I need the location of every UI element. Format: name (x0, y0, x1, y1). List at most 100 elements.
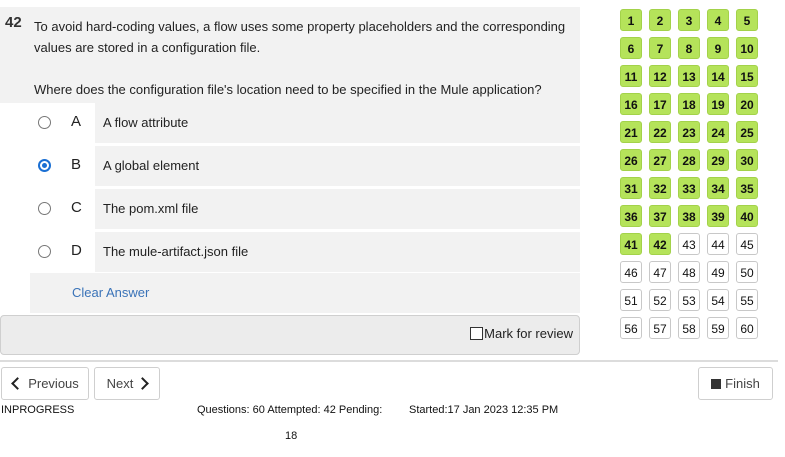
question-nav-60[interactable]: 60 (736, 317, 758, 339)
clear-answer-link[interactable]: Clear Answer (72, 285, 149, 300)
question-text-line: To avoid hard-coding values, a flow uses… (34, 19, 566, 34)
chevron-right-icon (136, 377, 150, 390)
next-button[interactable]: Next (94, 367, 160, 400)
question-nav-52[interactable]: 52 (649, 289, 671, 311)
review-bar: Mark for review (0, 315, 580, 355)
option-letter: C (71, 199, 82, 216)
question-nav-25[interactable]: 25 (736, 121, 758, 143)
question-header: 42 To avoid hard-coding values, a flow u… (0, 7, 580, 103)
question-nav-44[interactable]: 44 (707, 233, 729, 255)
question-nav-13[interactable]: 13 (678, 65, 700, 87)
question-nav-5[interactable]: 5 (736, 9, 758, 31)
question-nav-15[interactable]: 15 (736, 65, 758, 87)
finish-label: Finish (725, 376, 760, 391)
option-b[interactable]: B A global element (0, 146, 580, 186)
mark-for-review-label: Mark for review (484, 326, 573, 341)
question-nav-9[interactable]: 9 (707, 37, 729, 59)
question-nav-16[interactable]: 16 (620, 93, 642, 115)
question-nav-2[interactable]: 2 (649, 9, 671, 31)
mark-for-review[interactable]: Mark for review (470, 326, 573, 341)
chevron-left-icon (11, 377, 25, 390)
previous-button[interactable]: Previous (1, 367, 89, 400)
question-nav-53[interactable]: 53 (678, 289, 700, 311)
status-state: INPROGRESS (1, 404, 75, 416)
question-nav-45[interactable]: 45 (736, 233, 758, 255)
question-nav-18[interactable]: 18 (678, 93, 700, 115)
question-nav-37[interactable]: 37 (649, 205, 671, 227)
question-nav-19[interactable]: 19 (707, 93, 729, 115)
question-nav-4[interactable]: 4 (707, 9, 729, 31)
question-nav-38[interactable]: 38 (678, 205, 700, 227)
question-nav-57[interactable]: 57 (649, 317, 671, 339)
question-nav-40[interactable]: 40 (736, 205, 758, 227)
question-nav-35[interactable]: 35 (736, 177, 758, 199)
question-nav-22[interactable]: 22 (649, 121, 671, 143)
question-nav-10[interactable]: 10 (736, 37, 758, 59)
question-nav-30[interactable]: 30 (736, 149, 758, 171)
option-text[interactable]: A flow attribute (95, 103, 580, 143)
question-nav-31[interactable]: 31 (620, 177, 642, 199)
stop-icon (711, 378, 722, 389)
question-nav-12[interactable]: 12 (649, 65, 671, 87)
option-text[interactable]: The mule-artifact.json file (95, 232, 580, 272)
question-nav-41[interactable]: 41 (620, 233, 642, 255)
question-nav-59[interactable]: 59 (707, 317, 729, 339)
option-a-radio[interactable] (38, 116, 51, 129)
question-nav-24[interactable]: 24 (707, 121, 729, 143)
previous-label: Previous (28, 376, 79, 391)
question-nav-28[interactable]: 28 (678, 149, 700, 171)
question-nav-11[interactable]: 11 (620, 65, 642, 87)
option-text[interactable]: The pom.xml file (95, 189, 580, 229)
option-d[interactable]: D The mule-artifact.json file (0, 232, 580, 272)
option-b-radio[interactable] (38, 159, 51, 172)
question-nav-3[interactable]: 3 (678, 9, 700, 31)
question-nav-46[interactable]: 46 (620, 261, 642, 283)
option-a[interactable]: A A flow attribute (0, 103, 580, 143)
status-counts: Questions: 60 Attempted: 42 Pending: (197, 404, 383, 416)
question-nav-20[interactable]: 20 (736, 93, 758, 115)
option-letter: D (71, 242, 82, 259)
question-nav-6[interactable]: 6 (620, 37, 642, 59)
question-nav-39[interactable]: 39 (707, 205, 729, 227)
option-text[interactable]: A global element (95, 146, 580, 186)
question-panel: 42 To avoid hard-coding values, a flow u… (0, 0, 580, 313)
question-nav-23[interactable]: 23 (678, 121, 700, 143)
question-nav-26[interactable]: 26 (620, 149, 642, 171)
question-nav-33[interactable]: 33 (678, 177, 700, 199)
question-nav-54[interactable]: 54 (707, 289, 729, 311)
finish-button[interactable]: Finish (698, 367, 773, 400)
question-nav-47[interactable]: 47 (649, 261, 671, 283)
question-nav-36[interactable]: 36 (620, 205, 642, 227)
question-nav-14[interactable]: 14 (707, 65, 729, 87)
status-started: Started:17 Jan 2023 12:35 PM (409, 404, 559, 416)
question-nav-27[interactable]: 27 (649, 149, 671, 171)
status-pending: 18 (285, 430, 298, 442)
question-nav-17[interactable]: 17 (649, 93, 671, 115)
question-nav-32[interactable]: 32 (649, 177, 671, 199)
option-c-radio[interactable] (38, 202, 51, 215)
question-prompt: Where does the configuration file's loca… (34, 82, 542, 97)
question-nav-50[interactable]: 50 (736, 261, 758, 283)
question-nav-34[interactable]: 34 (707, 177, 729, 199)
question-nav-51[interactable]: 51 (620, 289, 642, 311)
question-nav-21[interactable]: 21 (620, 121, 642, 143)
divider (0, 360, 778, 362)
option-letter: B (71, 156, 82, 173)
question-nav-49[interactable]: 49 (707, 261, 729, 283)
question-nav-29[interactable]: 29 (707, 149, 729, 171)
question-nav-48[interactable]: 48 (678, 261, 700, 283)
question-nav-43[interactable]: 43 (678, 233, 700, 255)
question-nav-58[interactable]: 58 (678, 317, 700, 339)
mark-for-review-checkbox[interactable] (470, 327, 484, 340)
next-label: Next (106, 376, 134, 391)
question-nav-7[interactable]: 7 (649, 37, 671, 59)
question-nav-55[interactable]: 55 (736, 289, 758, 311)
option-c[interactable]: C The pom.xml file (0, 189, 580, 229)
question-number: 42 (5, 14, 22, 31)
question-text: To avoid hard-coding values, a flow uses… (34, 16, 574, 100)
question-nav-42[interactable]: 42 (649, 233, 671, 255)
question-nav-1[interactable]: 1 (620, 9, 642, 31)
question-nav-56[interactable]: 56 (620, 317, 642, 339)
question-nav-8[interactable]: 8 (678, 37, 700, 59)
option-d-radio[interactable] (38, 245, 51, 258)
